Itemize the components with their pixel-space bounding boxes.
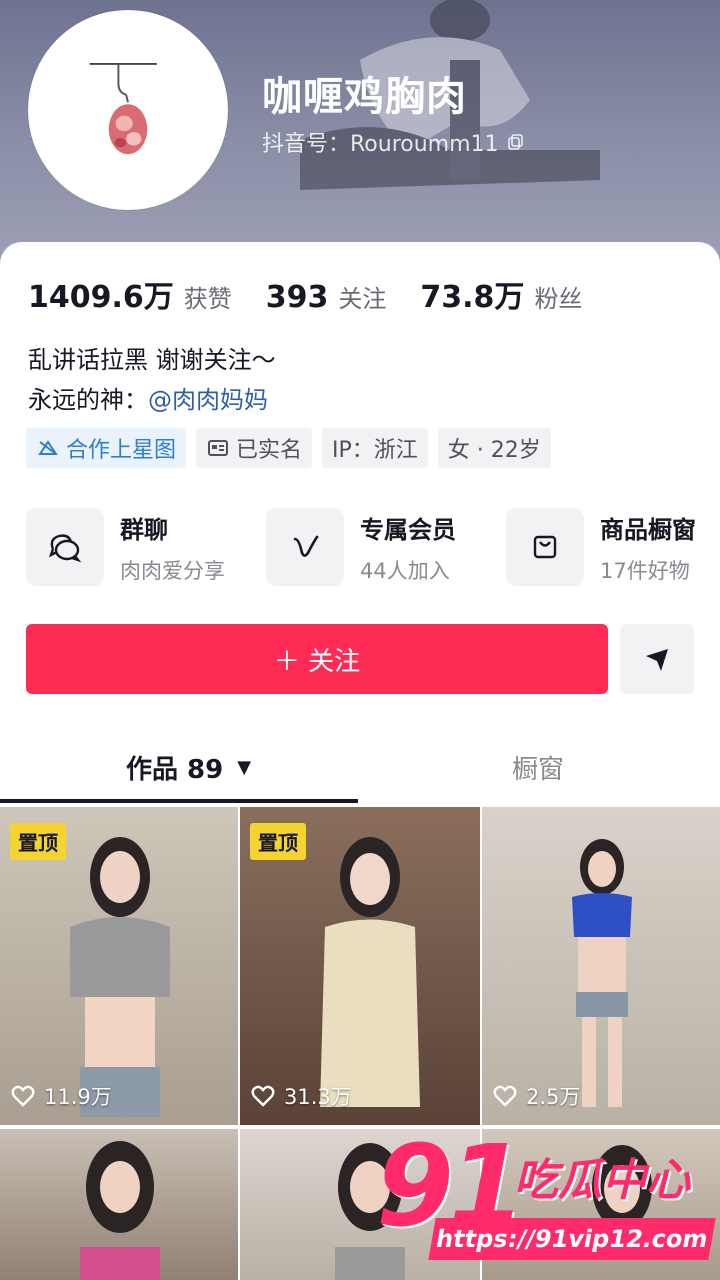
feature-subtitle: 44人加入 xyxy=(360,558,450,583)
watermark-logo: 91 吃瓜中心 https://91vip12.com xyxy=(376,1122,716,1270)
tag-label: 合作上星图 xyxy=(66,438,177,463)
douyin-id[interactable]: 抖音号：Rouroumm11 xyxy=(262,126,525,158)
video-thumbnail[interactable] xyxy=(0,1129,238,1280)
stat-label: 关注 xyxy=(338,285,387,313)
tab-shop-window[interactable]: 橱窗 xyxy=(512,742,564,792)
thumbnail-figure xyxy=(80,1141,160,1280)
video-thumbnail[interactable]: 2.5万 xyxy=(482,807,720,1125)
bio-mention-link[interactable]: @肉肉妈妈 xyxy=(148,386,268,414)
send-icon xyxy=(646,649,668,671)
tag-verified: 已实名 xyxy=(196,428,313,468)
follow-button[interactable]: ＋ 关注 xyxy=(26,624,608,694)
chat-bubbles-icon xyxy=(48,534,82,563)
thumbnail-figure xyxy=(70,837,170,1117)
feature-icon-box xyxy=(506,508,584,586)
tab-bar: 作品 89 ▼ 橱窗 xyxy=(0,742,720,806)
tab-label: 橱窗 xyxy=(512,754,565,785)
watermark-url: https://91vip12.com xyxy=(428,1218,716,1260)
copy-icon[interactable] xyxy=(507,133,525,151)
star-map-icon xyxy=(38,440,58,455)
tag-label: 女 · 22岁 xyxy=(447,438,541,463)
likes-count: 31.3万 xyxy=(250,1081,352,1111)
stat-number: 393 xyxy=(265,280,329,315)
heart-icon xyxy=(251,1085,275,1107)
douyin-id-text: 抖音号：Rouroumm11 xyxy=(262,132,499,157)
stat-likes[interactable]: 1409.6万 获赞 xyxy=(28,272,232,316)
bio: 乱讲话拉黑 谢谢关注～ 永远的神：@肉肉妈妈 xyxy=(28,340,276,420)
bio-prefix: 永远的神： xyxy=(28,386,148,414)
stat-number: 1409.6万 xyxy=(28,280,174,315)
stats-row: 1409.6万 获赞 393 关注 73.8万 粉丝 xyxy=(28,272,616,316)
likes-count: 11.9万 xyxy=(10,1081,112,1111)
stat-following[interactable]: 393 关注 xyxy=(266,279,387,315)
watermark-title: 吃瓜中心 xyxy=(514,1155,690,1206)
tags-row: 合作上星图 已实名 IP：浙江 女 · 22岁 xyxy=(26,428,551,468)
heart-icon xyxy=(11,1085,35,1107)
pinned-badge: 置顶 xyxy=(10,823,66,860)
feature-subtitle: 肉肉爱分享 xyxy=(120,558,225,583)
meat-hook-icon xyxy=(89,62,157,155)
feature-subtitle: 17件好物 xyxy=(600,558,690,583)
likes-number: 31.3万 xyxy=(284,1085,352,1109)
avatar[interactable] xyxy=(28,10,228,210)
likes-count: 2.5万 xyxy=(492,1081,580,1111)
profile-card: 1409.6万 获赞 393 关注 73.8万 粉丝 乱讲话拉黑 谢谢关注～ 永… xyxy=(0,242,720,1280)
stat-label: 粉丝 xyxy=(534,285,583,313)
thumbnail-figure xyxy=(572,839,632,1107)
stat-label: 获赞 xyxy=(183,285,232,313)
thumbnail-figure xyxy=(320,837,420,1107)
bio-line-1: 乱讲话拉黑 谢谢关注～ xyxy=(28,346,276,374)
tag-ip: IP：浙江 xyxy=(322,428,428,468)
feature-membership[interactable]: 专属会员 44人加入 xyxy=(266,508,506,586)
feature-group-chat[interactable]: 群聊 肉肉爱分享 xyxy=(26,508,266,586)
tag-star-map[interactable]: 合作上星图 xyxy=(26,428,187,468)
feature-text: 专属会员 44人加入 xyxy=(360,510,456,585)
tab-label: 作品 89 xyxy=(126,754,224,785)
v-icon xyxy=(293,535,319,557)
likes-number: 11.9万 xyxy=(44,1085,112,1109)
feature-text: 群聊 肉肉爱分享 xyxy=(120,510,225,585)
features-row: 群聊 肉肉爱分享 专属会员 44人加入 商品橱窗 17件好物 xyxy=(26,508,720,586)
tab-underline xyxy=(0,799,358,803)
tag-gender-age: 女 · 22岁 xyxy=(437,428,551,468)
feature-text: 商品橱窗 17件好物 xyxy=(600,510,696,585)
feature-icon-box xyxy=(266,508,344,586)
tag-label: IP：浙江 xyxy=(332,438,418,463)
id-card-icon xyxy=(208,440,229,456)
feature-shop-window[interactable]: 商品橱窗 17件好物 xyxy=(506,508,720,586)
stat-number: 73.8万 xyxy=(420,280,525,315)
feature-icon-box xyxy=(26,508,104,586)
feature-title: 群聊 xyxy=(120,515,168,544)
video-thumbnail[interactable]: 置顶 11.9万 xyxy=(0,807,238,1125)
video-thumbnail[interactable]: 置顶 31.3万 xyxy=(240,807,480,1125)
feature-title: 专属会员 xyxy=(360,515,456,544)
tag-label: 已实名 xyxy=(236,438,303,463)
nickname: 咖喱鸡胸肉 xyxy=(262,74,467,120)
bio-line-2: 永远的神：@肉肉妈妈 xyxy=(28,380,276,420)
tab-works[interactable]: 作品 89 ▼ xyxy=(126,742,251,792)
pinned-badge: 置顶 xyxy=(250,823,306,860)
message-button[interactable] xyxy=(620,624,694,694)
stat-followers[interactable]: 73.8万 粉丝 xyxy=(420,272,582,316)
heart-icon xyxy=(493,1085,517,1107)
profile-banner: 咖喱鸡胸肉 抖音号：Rouroumm11 xyxy=(0,0,720,270)
likes-number: 2.5万 xyxy=(526,1085,581,1109)
caret-down-icon: ▼ xyxy=(237,756,252,778)
bag-icon xyxy=(533,535,557,559)
feature-title: 商品橱窗 xyxy=(600,515,696,544)
